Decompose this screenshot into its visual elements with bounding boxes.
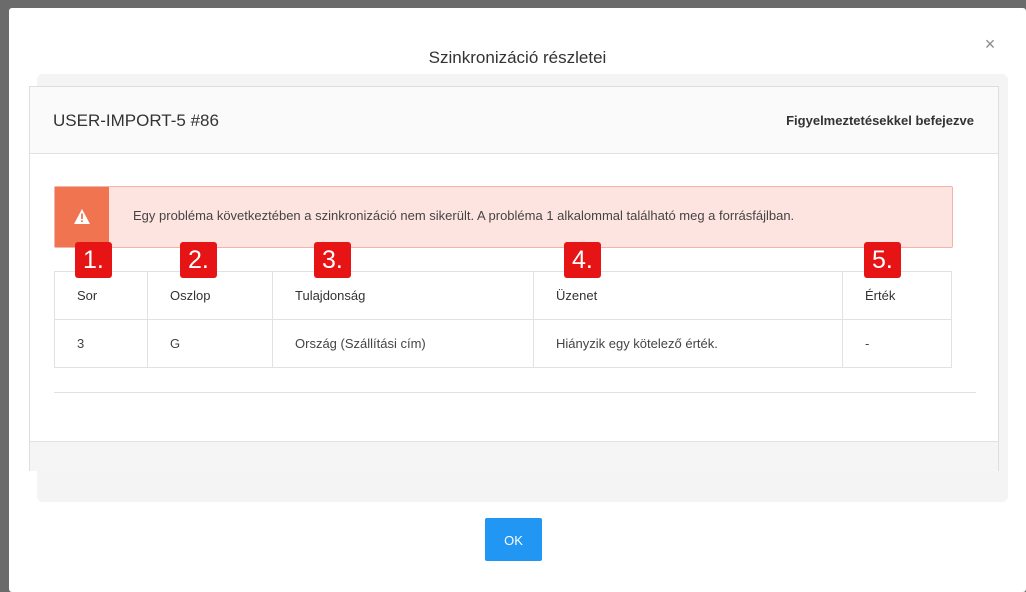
job-card-footer [30,441,998,471]
table-header-row: Sor Oszlop Tulajdonság Üzenet Érték [54,271,952,320]
issues-table: Sor Oszlop Tulajdonság Üzenet Érték 3 G … [54,271,952,368]
job-card: USER-IMPORT-5 #86 Figyelmeztetésekkel be… [29,86,999,471]
cell-oszlop: G [147,319,273,368]
annotation-badge-2: 2. [180,242,217,278]
annotation-badge-5: 5. [864,242,901,278]
annotation-badge-4: 4. [564,242,601,278]
column-header-ertek: Érték [842,271,952,320]
alert-message: Egy probléma következtében a szinkronizá… [133,208,795,223]
annotation-badge-1: 1. [75,242,112,278]
column-header-tulajdonsag: Tulajdonság [272,271,534,320]
cell-uzenet: Hiányzik egy kötelező érték. [533,319,843,368]
error-alert: Egy probléma következtében a szinkronizá… [54,186,953,248]
job-card-header: USER-IMPORT-5 #86 Figyelmeztetésekkel be… [30,87,998,154]
ok-button[interactable]: OK [485,518,542,561]
column-header-oszlop: Oszlop [147,271,273,320]
cell-ertek: - [842,319,952,368]
cell-tulajdonsag: Ország (Szállítási cím) [272,319,534,368]
job-status: Figyelmeztetésekkel befejezve [786,113,974,128]
close-icon[interactable]: × [980,34,1000,54]
alert-icon-box [55,187,109,247]
annotation-badge-3: 3. [314,242,351,278]
divider [54,392,976,393]
column-header-sor: Sor [54,271,148,320]
warning-icon [74,209,90,224]
job-id: USER-IMPORT-5 #86 [53,111,219,130]
column-header-uzenet: Üzenet [533,271,843,320]
cell-sor: 3 [54,319,148,368]
table-row: 3 G Ország (Szállítási cím) Hiányzik egy… [54,319,952,368]
dialog-title: Szinkronizáció részletei [428,48,607,67]
